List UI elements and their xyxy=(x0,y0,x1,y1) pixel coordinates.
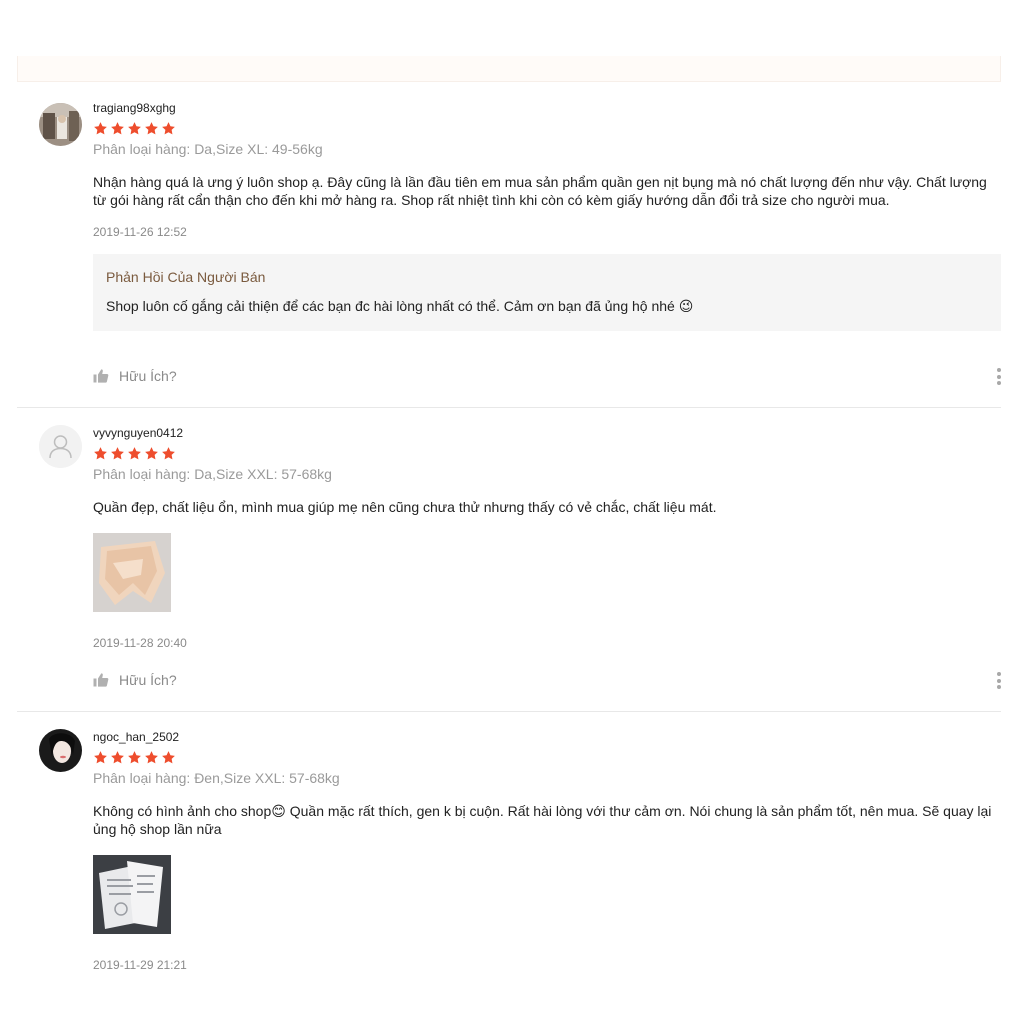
star-icon xyxy=(127,446,142,461)
review-username[interactable]: ngoc_han_2502 xyxy=(93,730,1001,744)
helpful-label: Hữu Ích? xyxy=(119,368,177,384)
star-icon xyxy=(93,121,108,136)
product-variant: Phân loại hàng: Đen,Size XXL: 57-68kg xyxy=(93,770,340,786)
helpful-button[interactable]: Hữu Ích? xyxy=(93,368,177,384)
review-date: 2019-11-29 21:21 xyxy=(93,958,187,972)
review-date: 2019-11-28 20:40 xyxy=(93,636,187,650)
more-options-icon[interactable] xyxy=(997,672,1001,689)
star-icon xyxy=(144,446,159,461)
star-icon xyxy=(127,121,142,136)
review-date: 2019-11-26 12:52 xyxy=(93,225,187,239)
review-item: ngoc_han_2502 Phân loại hàng: Đen,Size X… xyxy=(17,712,1001,1002)
avatar[interactable] xyxy=(39,103,82,146)
star-icon xyxy=(110,446,125,461)
thumbs-up-icon xyxy=(93,672,109,688)
review-comment: Không có hình ảnh cho shop😊 Quần mặc rất… xyxy=(93,803,992,837)
product-variant: Phân loại hàng: Da,Size XL: 49-56kg xyxy=(93,141,323,157)
star-icon xyxy=(161,121,176,136)
star-icon xyxy=(144,121,159,136)
rating-filter-bar xyxy=(17,56,1001,82)
helpful-button[interactable]: Hữu Ích? xyxy=(93,672,177,688)
thumbs-up-icon xyxy=(93,368,109,384)
star-icon xyxy=(144,750,159,765)
avatar[interactable] xyxy=(39,425,82,468)
rating-stars xyxy=(93,121,1001,137)
review-photo[interactable] xyxy=(93,533,171,612)
review-username[interactable]: tragiang98xghg xyxy=(93,101,1001,115)
review-comment: Nhận hàng quá là ưng ý luôn shop ạ. Đây … xyxy=(93,174,987,208)
review-item: vyvynguyen0412 Phân loại hàng: Da,Size X… xyxy=(17,408,1001,712)
review-photo[interactable] xyxy=(93,855,171,934)
avatar[interactable] xyxy=(39,729,82,772)
star-icon xyxy=(161,446,176,461)
star-icon xyxy=(110,750,125,765)
rating-stars xyxy=(93,750,1001,766)
review-comment: Quần đẹp, chất liệu ổn, mình mua giúp mẹ… xyxy=(93,499,717,515)
rating-stars xyxy=(93,446,1001,462)
helpful-label: Hữu Ích? xyxy=(119,672,177,688)
product-variant: Phân loại hàng: Da,Size XXL: 57-68kg xyxy=(93,466,332,482)
seller-reply: Phản Hồi Của Người Bán Shop luôn cố gắng… xyxy=(93,254,1001,331)
more-options-icon[interactable] xyxy=(997,368,1001,385)
review-username[interactable]: vyvynguyen0412 xyxy=(93,426,1001,440)
star-icon xyxy=(161,750,176,765)
star-icon xyxy=(93,750,108,765)
star-icon xyxy=(93,446,108,461)
star-icon xyxy=(110,121,125,136)
star-icon xyxy=(127,750,142,765)
seller-reply-title: Phản Hồi Của Người Bán xyxy=(106,269,266,285)
seller-reply-text: Shop luôn cố gắng cải thiện để các bạn đ… xyxy=(106,298,694,314)
review-item: tragiang98xghg Phân loại hàng: Da,Size X… xyxy=(17,82,1001,408)
